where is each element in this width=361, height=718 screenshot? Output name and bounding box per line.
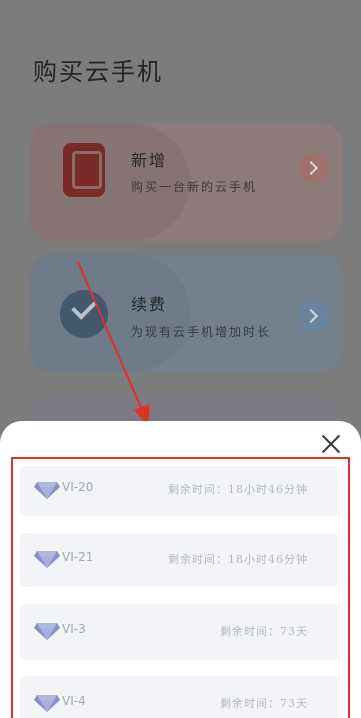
diamond-icon	[34, 551, 60, 568]
card-subtitle: 购买一台新的云手机	[131, 180, 258, 194]
diamond-icon	[34, 695, 60, 712]
list-item[interactable]: VI-4 剩余时间：73天	[20, 676, 338, 718]
page-title: 购买云手机	[33, 58, 163, 86]
list-item[interactable]: VI-3 剩余时间：73天	[20, 604, 338, 660]
remaining-time: 剩余时间：73天	[220, 697, 308, 710]
device-name: VI-21	[62, 550, 94, 564]
phone-icon	[63, 143, 105, 197]
check-icon	[60, 290, 108, 338]
list-item[interactable]: VI-20 剩余时间：18小时46分钟	[20, 466, 338, 516]
device-name: VI-20	[62, 480, 94, 494]
card-title: 续费	[131, 295, 168, 314]
diamond-icon	[34, 482, 60, 499]
device-name: VI-3	[62, 622, 86, 636]
new-phone-card[interactable]: 新增 购买一台新的云手机	[30, 123, 342, 241]
chevron-right-icon[interactable]	[298, 153, 328, 183]
list-item[interactable]: VI-21 剩余时间：18小时46分钟	[20, 533, 338, 587]
renew-card[interactable]: 续费 为现有云手机增加时长	[30, 254, 342, 372]
diamond-icon	[34, 623, 60, 640]
chevron-right-icon[interactable]	[298, 301, 328, 331]
device-name: VI-4	[62, 694, 86, 708]
card-title: 新增	[131, 151, 168, 170]
close-icon[interactable]	[318, 432, 344, 458]
remaining-time: 剩余时间：18小时46分钟	[168, 483, 308, 496]
remaining-time: 剩余时间：18小时46分钟	[168, 553, 308, 566]
card-subtitle: 为现有云手机增加时长	[131, 325, 272, 339]
remaining-time: 剩余时间：73天	[220, 625, 308, 638]
